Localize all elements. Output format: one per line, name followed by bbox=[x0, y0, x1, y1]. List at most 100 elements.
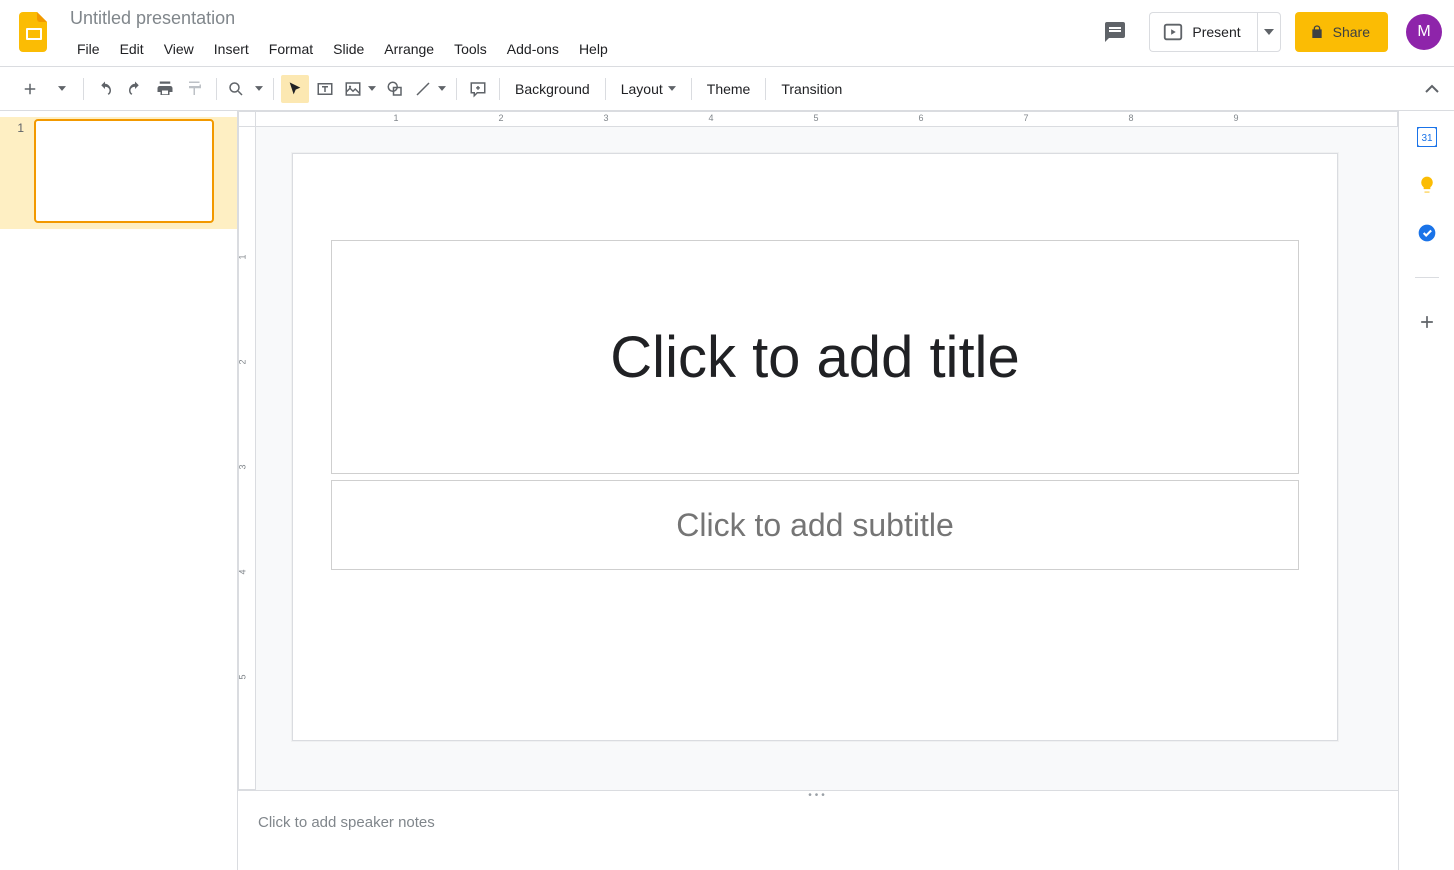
canvas-scroll[interactable]: Click to add title Click to add subtitle bbox=[256, 127, 1398, 790]
select-tool[interactable] bbox=[281, 75, 309, 103]
image-icon bbox=[344, 80, 362, 98]
present-label: Present bbox=[1192, 24, 1240, 40]
ruler-h-label: 4 bbox=[708, 113, 713, 123]
titlebar: Untitled presentation File Edit View Ins… bbox=[0, 0, 1454, 67]
open-comments-button[interactable] bbox=[1095, 12, 1135, 52]
lock-icon bbox=[1309, 24, 1325, 40]
ruler-h-label: 5 bbox=[813, 113, 818, 123]
document-title[interactable]: Untitled presentation bbox=[68, 6, 617, 32]
undo-button[interactable] bbox=[91, 75, 119, 103]
caret-down-icon bbox=[368, 86, 376, 91]
add-comment-icon bbox=[469, 80, 487, 98]
separator bbox=[765, 78, 766, 100]
layout-button[interactable]: Layout bbox=[613, 75, 684, 103]
vertical-ruler[interactable]: 1 2 3 4 5 bbox=[238, 127, 256, 790]
tasks-app-button[interactable] bbox=[1417, 223, 1437, 243]
cursor-icon bbox=[287, 81, 303, 97]
chevron-up-icon bbox=[1425, 84, 1439, 94]
subtitle-placeholder-text: Click to add subtitle bbox=[676, 507, 953, 544]
line-tool[interactable] bbox=[411, 75, 449, 103]
canvas-area: 1 2 3 4 5 6 7 8 9 1 2 3 4 5 Click to add… bbox=[238, 111, 1398, 790]
background-button[interactable]: Background bbox=[507, 75, 598, 103]
menu-format[interactable]: Format bbox=[260, 36, 322, 62]
ruler-h-label: 1 bbox=[393, 113, 398, 123]
present-button-group: Present bbox=[1149, 12, 1280, 52]
theme-button[interactable]: Theme bbox=[699, 75, 759, 103]
horizontal-ruler[interactable]: 1 2 3 4 5 6 7 8 9 bbox=[256, 111, 1398, 127]
caret-down-icon bbox=[255, 86, 263, 91]
new-slide-dropdown[interactable] bbox=[48, 75, 76, 103]
present-icon bbox=[1162, 21, 1184, 43]
shape-tool[interactable] bbox=[381, 75, 409, 103]
line-icon bbox=[414, 80, 432, 98]
title-placeholder[interactable]: Click to add title bbox=[331, 240, 1299, 474]
ruler-v-label: 1 bbox=[238, 254, 248, 259]
get-addons-button[interactable] bbox=[1417, 312, 1437, 332]
menu-tools[interactable]: Tools bbox=[445, 36, 496, 62]
keep-icon bbox=[1417, 175, 1437, 195]
collapse-toolbar-button[interactable] bbox=[1418, 75, 1446, 103]
keep-app-button[interactable] bbox=[1417, 175, 1437, 195]
separator bbox=[216, 78, 217, 100]
present-button[interactable]: Present bbox=[1149, 12, 1256, 52]
insert-comment-button[interactable] bbox=[464, 75, 492, 103]
ruler-v-label: 3 bbox=[238, 464, 248, 469]
separator bbox=[273, 78, 274, 100]
present-dropdown[interactable] bbox=[1257, 12, 1281, 52]
ruler-h-label: 3 bbox=[603, 113, 608, 123]
separator bbox=[691, 78, 692, 100]
ruler-corner bbox=[238, 111, 256, 127]
menu-insert[interactable]: Insert bbox=[205, 36, 258, 62]
zoom-button[interactable] bbox=[224, 75, 266, 103]
titlebar-right: Present Share M bbox=[1095, 6, 1442, 52]
menu-file[interactable]: File bbox=[68, 36, 109, 62]
share-label: Share bbox=[1333, 24, 1370, 40]
separator bbox=[499, 78, 500, 100]
menu-arrange[interactable]: Arrange bbox=[375, 36, 443, 62]
ruler-h-label: 2 bbox=[498, 113, 503, 123]
menu-slide[interactable]: Slide bbox=[324, 36, 373, 62]
title-placeholder-text: Click to add title bbox=[610, 324, 1019, 391]
menu-edit[interactable]: Edit bbox=[111, 36, 153, 62]
speaker-notes[interactable]: Click to add speaker notes bbox=[238, 800, 1398, 870]
paint-roller-icon bbox=[186, 80, 204, 98]
menu-addons[interactable]: Add-ons bbox=[498, 36, 568, 62]
menu-help[interactable]: Help bbox=[570, 36, 617, 62]
layout-label: Layout bbox=[621, 81, 663, 97]
notes-splitter[interactable]: ••• bbox=[238, 790, 1398, 800]
caret-down-icon bbox=[438, 86, 446, 91]
separator bbox=[456, 78, 457, 100]
slide-thumbnail-row[interactable]: 1 bbox=[0, 117, 237, 229]
transition-button[interactable]: Transition bbox=[773, 75, 850, 103]
paint-format-button[interactable] bbox=[181, 75, 209, 103]
title-column: Untitled presentation File Edit View Ins… bbox=[68, 6, 617, 62]
filmstrip[interactable]: 1 bbox=[0, 111, 238, 870]
slides-logo[interactable] bbox=[14, 12, 54, 52]
share-button[interactable]: Share bbox=[1295, 12, 1388, 52]
ruler-v-label: 5 bbox=[238, 674, 248, 679]
calendar-icon: 31 bbox=[1417, 127, 1437, 147]
calendar-app-button[interactable]: 31 bbox=[1417, 127, 1437, 147]
ruler-h-label: 9 bbox=[1233, 113, 1238, 123]
tasks-icon bbox=[1417, 223, 1437, 243]
account-avatar[interactable]: M bbox=[1406, 14, 1442, 50]
menu-view[interactable]: View bbox=[155, 36, 203, 62]
caret-down-icon bbox=[1264, 29, 1274, 35]
side-separator bbox=[1415, 277, 1439, 278]
redo-button[interactable] bbox=[121, 75, 149, 103]
slide[interactable]: Click to add title Click to add subtitle bbox=[292, 153, 1338, 741]
new-slide-button[interactable] bbox=[14, 75, 46, 103]
ruler-h-label: 6 bbox=[918, 113, 923, 123]
image-tool[interactable] bbox=[341, 75, 379, 103]
ruler-v-label: 2 bbox=[238, 359, 248, 364]
separator bbox=[605, 78, 606, 100]
ruler-v-label: 4 bbox=[238, 569, 248, 574]
ruler-h-label: 7 bbox=[1023, 113, 1028, 123]
slide-number: 1 bbox=[10, 119, 24, 135]
slide-thumbnail[interactable] bbox=[34, 119, 214, 223]
shape-icon bbox=[386, 80, 404, 98]
subtitle-placeholder[interactable]: Click to add subtitle bbox=[331, 480, 1299, 570]
menubar: File Edit View Insert Format Slide Arran… bbox=[68, 36, 617, 62]
textbox-tool[interactable] bbox=[311, 75, 339, 103]
print-button[interactable] bbox=[151, 75, 179, 103]
